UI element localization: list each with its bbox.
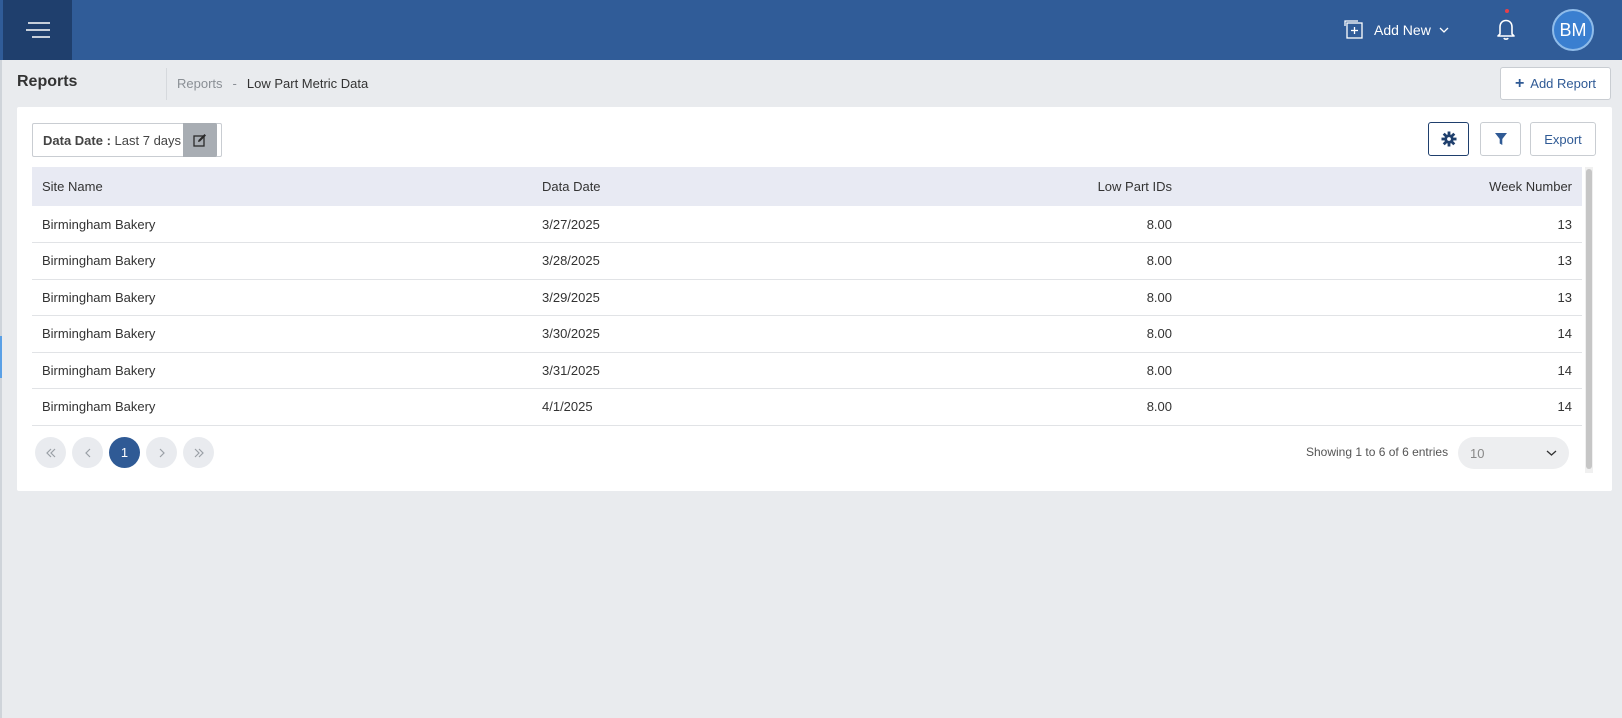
add-new-dropdown[interactable]: Add New [1344,18,1449,42]
chevron-right-icon [159,448,165,457]
left-edge-strip [0,60,2,718]
filter-funnel-icon [1494,133,1507,145]
cell-week-number: 13 [1182,279,1582,316]
table-row[interactable]: Birmingham Bakery 3/27/2025 8.00 13 [32,206,1582,243]
page-size-value: 10 [1470,445,1485,461]
table-header: Site Name Data Date Low Part IDs Week Nu… [32,167,1582,206]
double-chevron-left-icon [45,448,55,457]
double-chevron-right-icon [194,448,204,457]
entries-summary: Showing 1 to 6 of 6 entries [1306,445,1449,459]
cell-low-part-ids: 8.00 [1032,352,1182,389]
add-report-label: Add Report [1530,76,1597,91]
cell-week-number: 14 [1182,352,1582,389]
cell-data-date: 3/27/2025 [532,206,1032,243]
export-label: Export [1544,131,1582,147]
cell-data-date: 3/30/2025 [532,315,1032,353]
column-header-site-name[interactable]: Site Name [32,167,532,206]
cell-data-date: 3/29/2025 [532,279,1032,316]
last-page-button[interactable] [183,437,214,468]
previous-page-button[interactable] [72,437,103,468]
cell-low-part-ids: 8.00 [1032,388,1182,426]
table-row[interactable]: Birmingham Bakery 3/30/2025 8.00 14 [32,315,1582,353]
table-row[interactable]: Birmingham Bakery 3/29/2025 8.00 13 [32,279,1582,316]
add-report-button[interactable]: + Add Report [1500,67,1611,100]
cell-low-part-ids: 8.00 [1032,315,1182,353]
page-title: Reports [17,73,78,90]
chevron-down-icon [1546,450,1557,456]
table-row[interactable]: Birmingham Bakery 3/28/2025 8.00 13 [32,242,1582,280]
chevron-left-icon [84,448,90,457]
table-header-row: Site Name Data Date Low Part IDs Week Nu… [32,167,1582,206]
cell-low-part-ids: 8.00 [1032,242,1182,280]
column-header-week-number[interactable]: Week Number [1182,167,1582,206]
cell-low-part-ids: 8.00 [1032,279,1182,316]
table-scrollbar-thumb[interactable] [1586,169,1592,469]
pagination: 1 [35,437,214,468]
breadcrumb-current: Low Part Metric Data [246,76,369,91]
page-number-button[interactable]: 1 [109,437,140,468]
cell-week-number: 13 [1182,242,1582,280]
column-header-low-part-ids[interactable]: Low Part IDs [1032,167,1182,206]
gear-icon [1441,131,1456,147]
edit-icon [193,134,206,147]
cell-site-name: Birmingham Bakery [32,352,532,389]
column-header-data-date[interactable]: Data Date [532,167,1032,206]
column-settings-button[interactable] [1428,122,1469,156]
table-row[interactable]: Birmingham Bakery 3/31/2025 8.00 14 [32,352,1582,389]
cell-data-date: 3/28/2025 [532,242,1032,280]
date-filter-key: Data Date : [43,132,111,148]
breadcrumb-separator: - [232,76,237,91]
date-filter-value: Last 7 days [114,132,182,148]
first-page-button[interactable] [35,437,66,468]
export-button[interactable]: Export [1530,122,1596,156]
cell-site-name: Birmingham Bakery [32,315,532,353]
cell-site-name: Birmingham Bakery [32,388,532,426]
add-new-label: Add New [1374,22,1431,38]
hamburger-menu-button[interactable] [3,0,72,60]
left-edge-accent [0,336,2,378]
cell-site-name: Birmingham Bakery [32,242,532,280]
avatar-initials: BM [1559,19,1587,40]
notification-dot [1505,9,1509,13]
add-square-icon [1344,20,1363,39]
cell-site-name: Birmingham Bakery [32,206,532,243]
notifications-button[interactable] [1494,16,1518,42]
next-page-button[interactable] [146,437,177,468]
data-table-container: Site Name Data Date Low Part IDs Week Nu… [32,167,1582,426]
cell-data-date: 3/31/2025 [532,352,1032,389]
cell-data-date: 4/1/2025 [532,388,1032,426]
plus-icon: + [1514,74,1525,92]
breadcrumb-reports-link[interactable]: Reports [177,76,223,91]
user-avatar[interactable]: BM [1552,9,1594,51]
table-body: Birmingham Bakery 3/27/2025 8.00 13 Birm… [32,206,1582,426]
breadcrumb-divider [166,68,167,100]
date-filter-edit-button[interactable] [183,123,217,157]
data-table: Site Name Data Date Low Part IDs Week Nu… [32,167,1582,426]
chevron-down-icon [1439,27,1449,33]
filter-button[interactable] [1480,122,1521,156]
bell-icon [1497,19,1515,40]
breadcrumb: Reports - Low Part Metric Data [177,76,368,91]
page-size-select[interactable]: 10 [1458,437,1569,469]
report-card: Data Date : Last 7 days Export Site Name… [17,107,1612,491]
cell-week-number: 13 [1182,206,1582,243]
hamburger-icon [25,22,50,38]
top-bar: Add New BM [0,0,1622,60]
cell-site-name: Birmingham Bakery [32,279,532,316]
cell-week-number: 14 [1182,388,1582,426]
table-row[interactable]: Birmingham Bakery 4/1/2025 8.00 14 [32,388,1582,426]
cell-week-number: 14 [1182,315,1582,353]
cell-low-part-ids: 8.00 [1032,206,1182,243]
